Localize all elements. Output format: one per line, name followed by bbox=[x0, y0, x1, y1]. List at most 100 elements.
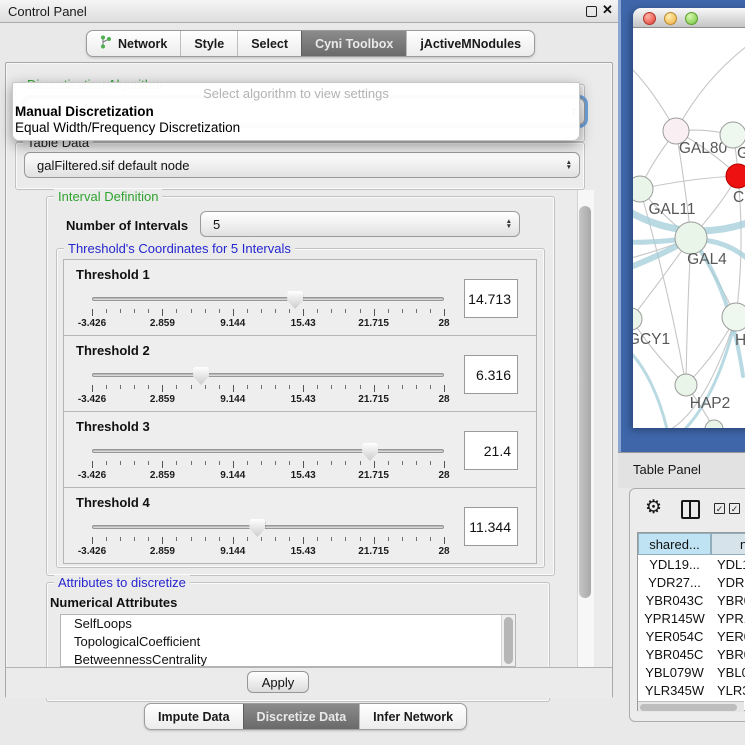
tick-label: 21.715 bbox=[342, 394, 406, 405]
table-row[interactable]: YDR27...YDR2 bbox=[638, 573, 745, 591]
table-row[interactable]: YBR043CYBR0 bbox=[638, 591, 745, 609]
network-node[interactable] bbox=[705, 420, 723, 428]
tick-mark bbox=[233, 385, 234, 392]
threshold-slider[interactable] bbox=[92, 367, 444, 383]
checkbox-icon[interactable]: ✓ bbox=[714, 503, 725, 514]
threshold-value-field[interactable]: 21.4 bbox=[464, 431, 518, 470]
node-attribute-table[interactable]: shared...n YDL19...YDL1YDR27...YDR2YBR04… bbox=[637, 532, 745, 711]
tick-label: 15.43 bbox=[271, 394, 335, 405]
network-node-gal11[interactable] bbox=[633, 176, 653, 202]
thresholds-group-title: Threshold's Coordinates for 5 Intervals bbox=[64, 241, 295, 256]
tab-jactivemnodules[interactable]: jActiveMNodules bbox=[406, 31, 534, 56]
list-item[interactable]: SelfLoops bbox=[61, 615, 515, 633]
table-hscrollbar-thumb[interactable] bbox=[640, 704, 737, 711]
tick-mark bbox=[416, 537, 417, 541]
tick-mark bbox=[120, 385, 121, 389]
threshold-value-field[interactable]: 6.316 bbox=[464, 355, 518, 394]
slider-thumb-icon[interactable] bbox=[287, 291, 303, 309]
close-traffic-light-icon[interactable] bbox=[643, 12, 656, 25]
tab-impute-data[interactable]: Impute Data bbox=[145, 704, 243, 729]
network-node-gcy1[interactable] bbox=[633, 308, 642, 330]
table-row[interactable]: YER054CYER0 bbox=[638, 627, 745, 645]
table-row[interactable]: YBL079WYBL0 bbox=[638, 663, 745, 681]
app-root: Control Panel ✕ NetworkStyleSelectCyni T… bbox=[0, 0, 745, 745]
threshold-slider[interactable] bbox=[92, 519, 444, 535]
threshold-slider[interactable] bbox=[92, 443, 444, 459]
network-node-gal4[interactable] bbox=[675, 222, 707, 254]
close-icon[interactable]: ✕ bbox=[602, 2, 613, 18]
edge-thin[interactable] bbox=[633, 319, 686, 385]
tick-mark bbox=[148, 309, 149, 313]
cell-name: YBR0 bbox=[711, 593, 745, 608]
network-canvas[interactable]: GAL80G.CGAL11GAL4GCY1HHAP2 bbox=[633, 28, 745, 428]
slider-tick-labels: -3.4262.8599.14415.4321.71528 bbox=[92, 394, 444, 406]
tick-mark bbox=[120, 461, 121, 465]
tab-style[interactable]: Style bbox=[180, 31, 237, 56]
cell-name: YLR3 bbox=[711, 683, 745, 698]
number-of-intervals-combobox[interactable]: 5 ▲▼ bbox=[200, 211, 520, 237]
minimize-traffic-light-icon[interactable] bbox=[664, 12, 677, 25]
tick-label: 15.43 bbox=[271, 546, 335, 557]
tab-label: Style bbox=[194, 37, 224, 51]
edge-thin[interactable] bbox=[676, 46, 745, 131]
tab-network[interactable]: Network bbox=[87, 31, 180, 56]
dropdown-option-equal-width-frequency-discretization[interactable]: Equal Width/Frequency Discretization bbox=[15, 120, 577, 136]
slider-thumb-icon[interactable] bbox=[362, 443, 378, 461]
gear-icon[interactable]: ⚙ bbox=[645, 496, 662, 519]
table-row[interactable]: YPR145WYPR1 bbox=[638, 609, 745, 627]
edge-thin[interactable] bbox=[640, 176, 738, 189]
tick-mark bbox=[444, 385, 445, 392]
tab-cyni-toolbox[interactable]: Cyni Toolbox bbox=[301, 31, 406, 56]
table-panel-header: Table Panel bbox=[618, 452, 745, 488]
tick-mark bbox=[247, 309, 248, 313]
tick-mark bbox=[374, 461, 375, 468]
network-window-titlebar[interactable] bbox=[633, 8, 745, 28]
tick-label: 21.715 bbox=[342, 546, 406, 557]
slider-tick-labels: -3.4262.8599.14415.4321.71528 bbox=[92, 470, 444, 482]
list-scrollbar[interactable] bbox=[501, 615, 515, 666]
network-icon bbox=[100, 35, 112, 52]
table-data-value: galFiltered.sif default node bbox=[37, 158, 189, 173]
tick-label: 28 bbox=[412, 394, 476, 405]
table-data-combobox[interactable]: galFiltered.sif default node ▲▼ bbox=[24, 152, 580, 178]
table-row[interactable]: YBR045CYBR0 bbox=[638, 645, 745, 663]
edge-thick[interactable] bbox=[633, 350, 667, 428]
columns-icon[interactable] bbox=[681, 500, 700, 519]
panel-scrollbar-thumb[interactable] bbox=[579, 206, 591, 598]
tab-infer-network[interactable]: Infer Network bbox=[359, 704, 466, 729]
table-row[interactable]: YDL19...YDL1 bbox=[638, 555, 745, 573]
cell-name: YBL0 bbox=[711, 665, 745, 680]
column-header-shared[interactable]: shared... bbox=[638, 533, 711, 555]
list-item[interactable]: BetweennessCentrality bbox=[61, 651, 515, 667]
dropdown-option-manual-discretization[interactable]: Manual Discretization bbox=[15, 104, 577, 120]
interval-definition-title: Interval Definition bbox=[54, 189, 162, 204]
list-item[interactable]: TopologicalCoefficient bbox=[61, 633, 515, 651]
network-node-c[interactable] bbox=[726, 164, 745, 188]
float-window-icon[interactable] bbox=[586, 6, 597, 17]
tick-label: 21.715 bbox=[342, 318, 406, 329]
slider-thumb-icon[interactable] bbox=[249, 519, 265, 537]
threshold-value-field[interactable]: 11.344 bbox=[464, 507, 518, 546]
tab-select[interactable]: Select bbox=[237, 31, 301, 56]
tick-mark bbox=[388, 385, 389, 389]
node-label: GCY1 bbox=[633, 331, 670, 348]
tick-mark bbox=[106, 537, 107, 541]
tick-mark bbox=[345, 537, 346, 541]
tick-mark bbox=[360, 537, 361, 541]
algorithm-dropdown-popup: Select algorithm to view settings Manual… bbox=[12, 82, 580, 141]
list-scrollbar-thumb[interactable] bbox=[504, 617, 513, 664]
column-header-n[interactable]: n bbox=[711, 533, 745, 555]
checkbox-icon[interactable]: ✓ bbox=[729, 503, 740, 514]
network-node-h[interactable] bbox=[722, 303, 745, 331]
network-node-hap2[interactable] bbox=[675, 374, 697, 396]
slider-thumb-icon[interactable] bbox=[193, 367, 209, 385]
tab-discretize-data[interactable]: Discretize Data bbox=[243, 704, 360, 729]
table-row[interactable]: YLR345WYLR3 bbox=[638, 681, 745, 699]
zoom-traffic-light-icon[interactable] bbox=[685, 12, 698, 25]
table-hscrollbar[interactable] bbox=[638, 701, 744, 712]
threshold-slider[interactable] bbox=[92, 291, 444, 307]
numerical-attributes-list[interactable]: SelfLoopsTopologicalCoefficientBetweenne… bbox=[60, 614, 516, 667]
slider-ticks bbox=[92, 385, 444, 393]
threshold-value-field[interactable]: 14.713 bbox=[464, 279, 518, 318]
apply-button[interactable]: Apply bbox=[247, 671, 309, 693]
